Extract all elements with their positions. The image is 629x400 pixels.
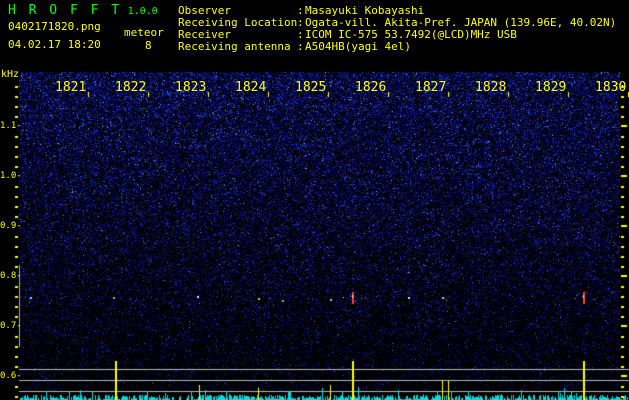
mode-label: meteor xyxy=(124,26,164,39)
x-axis-label: 1826 xyxy=(355,80,387,95)
app-title: H R O F F T xyxy=(8,3,122,18)
y-axis-label: 0.8 xyxy=(0,271,22,281)
meteor-count: 8 xyxy=(145,39,152,52)
x-axis-label: 1825 xyxy=(295,80,327,95)
station-field-row: Receiving antenna: A504HB(yagi 4el) xyxy=(178,41,616,53)
field-label: Receiving antenna xyxy=(178,40,291,53)
x-axis-label: 1830 xyxy=(595,80,627,95)
app-version: 1.0.0 xyxy=(127,6,158,17)
field-value: A504HB(yagi 4el) xyxy=(305,40,411,53)
y-axis-label: 1.1 xyxy=(0,121,22,131)
y-axis-label: 0.7 xyxy=(0,321,22,331)
hrofft-screen: H R O F F T 1.0.0 0402171820.png meteor 0… xyxy=(0,0,629,400)
x-axis-label: 1827 xyxy=(415,80,447,95)
x-axis-label: 1824 xyxy=(235,80,267,95)
y-axis-label: 1.0 xyxy=(0,171,22,181)
app-title-line: H R O F F T 1.0.0 xyxy=(8,3,158,18)
x-axis-label: 1828 xyxy=(475,80,507,95)
y-axis-label: 0.6 xyxy=(0,371,22,381)
y-axis-unit-label: kHz xyxy=(1,69,20,80)
datetime-label: 04.02.17 18:20 xyxy=(8,38,101,51)
x-axis-label: 1829 xyxy=(535,80,567,95)
x-axis-label: 1823 xyxy=(175,80,207,95)
x-axis-label: 1821 xyxy=(55,80,87,95)
station-info-fields: Observer: Masayuki Kobayashi Receiving Loc… xyxy=(178,5,616,53)
x-axis-label: 1822 xyxy=(115,80,147,95)
spectrogram-canvas xyxy=(0,60,629,400)
output-filename: 0402171820.png xyxy=(8,20,101,33)
field-colon: : xyxy=(297,40,304,53)
y-axis-label: 0.9 xyxy=(0,221,22,231)
